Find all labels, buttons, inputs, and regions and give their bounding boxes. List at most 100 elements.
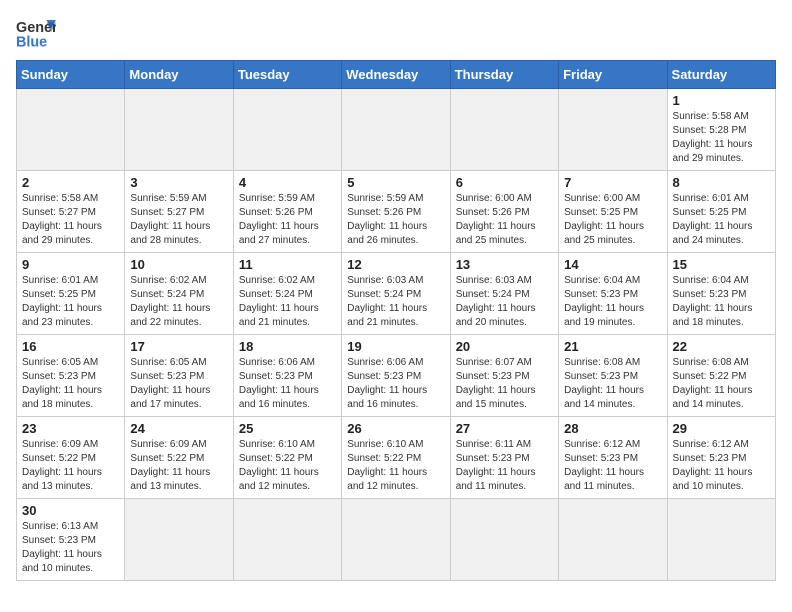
svg-text:Blue: Blue [16, 34, 47, 50]
calendar-cell: 20Sunrise: 6:07 AM Sunset: 5:23 PM Dayli… [450, 335, 558, 417]
day-number: 30 [22, 503, 119, 518]
logo-icon: General Blue [16, 16, 56, 52]
calendar-cell: 25Sunrise: 6:10 AM Sunset: 5:22 PM Dayli… [233, 417, 341, 499]
week-row-3: 9 Sunrise: 6:01 AM Sunset: 5:25 PM Daylig… [17, 253, 776, 335]
calendar-cell: 29Sunrise: 6:12 AM Sunset: 5:23 PM Dayli… [667, 417, 775, 499]
calendar-cell [450, 89, 558, 171]
day-number: 8 [673, 175, 770, 190]
day-info: Sunrise: 6:10 AM Sunset: 5:22 PM Dayligh… [239, 438, 336, 494]
day-number: 24 [130, 421, 227, 436]
day-info: Sunrise: 6:07 AM Sunset: 5:23 PM Dayligh… [456, 356, 553, 412]
day-number: 6 [456, 175, 553, 190]
day-info: Sunrise: 6:13 AM Sunset: 5:23 PM Dayligh… [22, 520, 119, 576]
day-number: 14 [564, 257, 661, 272]
day-info: Sunrise: 6:06 AM Sunset: 5:23 PM Dayligh… [239, 356, 336, 412]
calendar-cell: 9 Sunrise: 6:01 AM Sunset: 5:25 PM Daylig… [17, 253, 125, 335]
calendar-cell: 5 Sunrise: 5:59 AM Sunset: 5:26 PM Daylig… [342, 171, 450, 253]
calendar-cell: 8 Sunrise: 6:01 AM Sunset: 5:25 PM Daylig… [667, 171, 775, 253]
calendar-cell: 4 Sunrise: 5:59 AM Sunset: 5:26 PM Daylig… [233, 171, 341, 253]
calendar-cell [559, 89, 667, 171]
calendar-cell: 12 Sunrise: 6:03 AM Sunset: 5:24 PM Dayli… [342, 253, 450, 335]
day-info: Sunrise: 6:01 AM Sunset: 5:25 PM Dayligh… [673, 192, 770, 248]
calendar-cell: 26Sunrise: 6:10 AM Sunset: 5:22 PM Dayli… [342, 417, 450, 499]
calendar-cell: 21 Sunrise: 6:08 AM Sunset: 5:23 PM Dayli… [559, 335, 667, 417]
day-info: Sunrise: 6:09 AM Sunset: 5:22 PM Dayligh… [130, 438, 227, 494]
day-info: Sunrise: 6:04 AM Sunset: 5:23 PM Dayligh… [673, 274, 770, 330]
day-number: 23 [22, 421, 119, 436]
calendar-cell: 1 Sunrise: 5:58 AM Sunset: 5:28 PM Daylig… [667, 89, 775, 171]
calendar-cell: 27 Sunrise: 6:11 AM Sunset: 5:23 PM Dayli… [450, 417, 558, 499]
day-info: Sunrise: 6:09 AM Sunset: 5:22 PM Dayligh… [22, 438, 119, 494]
calendar-cell: 28 Sunrise: 6:12 AM Sunset: 5:23 PM Dayli… [559, 417, 667, 499]
day-number: 7 [564, 175, 661, 190]
day-number: 28 [564, 421, 661, 436]
calendar-cell [125, 89, 233, 171]
day-number: 5 [347, 175, 444, 190]
day-info: Sunrise: 6:12 AM Sunset: 5:23 PM Dayligh… [564, 438, 661, 494]
day-header-saturday: Saturday [667, 61, 775, 89]
day-info: Sunrise: 6:04 AM Sunset: 5:23 PM Dayligh… [564, 274, 661, 330]
calendar-cell: 3Sunrise: 5:59 AM Sunset: 5:27 PM Daylig… [125, 171, 233, 253]
day-info: Sunrise: 5:58 AM Sunset: 5:27 PM Dayligh… [22, 192, 119, 248]
calendar-cell [342, 499, 450, 581]
day-info: Sunrise: 6:03 AM Sunset: 5:24 PM Dayligh… [347, 274, 444, 330]
day-info: Sunrise: 6:10 AM Sunset: 5:22 PM Dayligh… [347, 438, 444, 494]
calendar-cell: 17 Sunrise: 6:05 AM Sunset: 5:23 PM Dayli… [125, 335, 233, 417]
days-header-row: SundayMondayTuesdayWednesdayThursdayFrid… [17, 61, 776, 89]
logo: General Blue [16, 16, 56, 52]
day-info: Sunrise: 5:59 AM Sunset: 5:26 PM Dayligh… [347, 192, 444, 248]
calendar-cell: 15 Sunrise: 6:04 AM Sunset: 5:23 PM Dayli… [667, 253, 775, 335]
calendar-body: 1 Sunrise: 5:58 AM Sunset: 5:28 PM Daylig… [17, 89, 776, 581]
week-row-6: 30 Sunrise: 6:13 AM Sunset: 5:23 PM Dayli… [17, 499, 776, 581]
calendar-cell [450, 499, 558, 581]
day-info: Sunrise: 5:58 AM Sunset: 5:28 PM Dayligh… [673, 110, 770, 166]
week-row-2: 2 Sunrise: 5:58 AM Sunset: 5:27 PM Daylig… [17, 171, 776, 253]
calendar-cell: 13Sunrise: 6:03 AM Sunset: 5:24 PM Dayli… [450, 253, 558, 335]
calendar-cell [17, 89, 125, 171]
day-number: 4 [239, 175, 336, 190]
calendar-cell: 2 Sunrise: 5:58 AM Sunset: 5:27 PM Daylig… [17, 171, 125, 253]
calendar-cell: 16Sunrise: 6:05 AM Sunset: 5:23 PM Dayli… [17, 335, 125, 417]
day-info: Sunrise: 6:02 AM Sunset: 5:24 PM Dayligh… [130, 274, 227, 330]
day-number: 11 [239, 257, 336, 272]
day-info: Sunrise: 6:11 AM Sunset: 5:23 PM Dayligh… [456, 438, 553, 494]
week-row-4: 16Sunrise: 6:05 AM Sunset: 5:23 PM Dayli… [17, 335, 776, 417]
calendar-cell [233, 89, 341, 171]
day-number: 1 [673, 93, 770, 108]
day-info: Sunrise: 6:01 AM Sunset: 5:25 PM Dayligh… [22, 274, 119, 330]
day-info: Sunrise: 6:05 AM Sunset: 5:23 PM Dayligh… [130, 356, 227, 412]
day-info: Sunrise: 6:08 AM Sunset: 5:23 PM Dayligh… [564, 356, 661, 412]
day-info: Sunrise: 6:06 AM Sunset: 5:23 PM Dayligh… [347, 356, 444, 412]
week-row-1: 1 Sunrise: 5:58 AM Sunset: 5:28 PM Daylig… [17, 89, 776, 171]
calendar-cell: 23 Sunrise: 6:09 AM Sunset: 5:22 PM Dayli… [17, 417, 125, 499]
day-number: 13 [456, 257, 553, 272]
day-info: Sunrise: 5:59 AM Sunset: 5:26 PM Dayligh… [239, 192, 336, 248]
calendar-cell: 22Sunrise: 6:08 AM Sunset: 5:22 PM Dayli… [667, 335, 775, 417]
day-info: Sunrise: 6:02 AM Sunset: 5:24 PM Dayligh… [239, 274, 336, 330]
day-number: 27 [456, 421, 553, 436]
calendar-cell: 7 Sunrise: 6:00 AM Sunset: 5:25 PM Daylig… [559, 171, 667, 253]
calendar-cell: 19 Sunrise: 6:06 AM Sunset: 5:23 PM Dayli… [342, 335, 450, 417]
calendar-cell [342, 89, 450, 171]
day-number: 12 [347, 257, 444, 272]
calendar-cell: 24 Sunrise: 6:09 AM Sunset: 5:22 PM Dayli… [125, 417, 233, 499]
day-info: Sunrise: 6:12 AM Sunset: 5:23 PM Dayligh… [673, 438, 770, 494]
day-number: 19 [347, 339, 444, 354]
day-number: 15 [673, 257, 770, 272]
calendar-cell: 30 Sunrise: 6:13 AM Sunset: 5:23 PM Dayli… [17, 499, 125, 581]
calendar-cell: 11 Sunrise: 6:02 AM Sunset: 5:24 PM Dayli… [233, 253, 341, 335]
day-number: 2 [22, 175, 119, 190]
day-number: 18 [239, 339, 336, 354]
day-number: 21 [564, 339, 661, 354]
day-info: Sunrise: 6:05 AM Sunset: 5:23 PM Dayligh… [22, 356, 119, 412]
calendar-cell: 14 Sunrise: 6:04 AM Sunset: 5:23 PM Dayli… [559, 253, 667, 335]
day-number: 9 [22, 257, 119, 272]
day-header-friday: Friday [559, 61, 667, 89]
calendar-cell [125, 499, 233, 581]
calendar-cell: 18 Sunrise: 6:06 AM Sunset: 5:23 PM Dayli… [233, 335, 341, 417]
day-number: 17 [130, 339, 227, 354]
day-info: Sunrise: 6:00 AM Sunset: 5:26 PM Dayligh… [456, 192, 553, 248]
calendar-cell [559, 499, 667, 581]
day-info: Sunrise: 6:00 AM Sunset: 5:25 PM Dayligh… [564, 192, 661, 248]
day-header-thursday: Thursday [450, 61, 558, 89]
